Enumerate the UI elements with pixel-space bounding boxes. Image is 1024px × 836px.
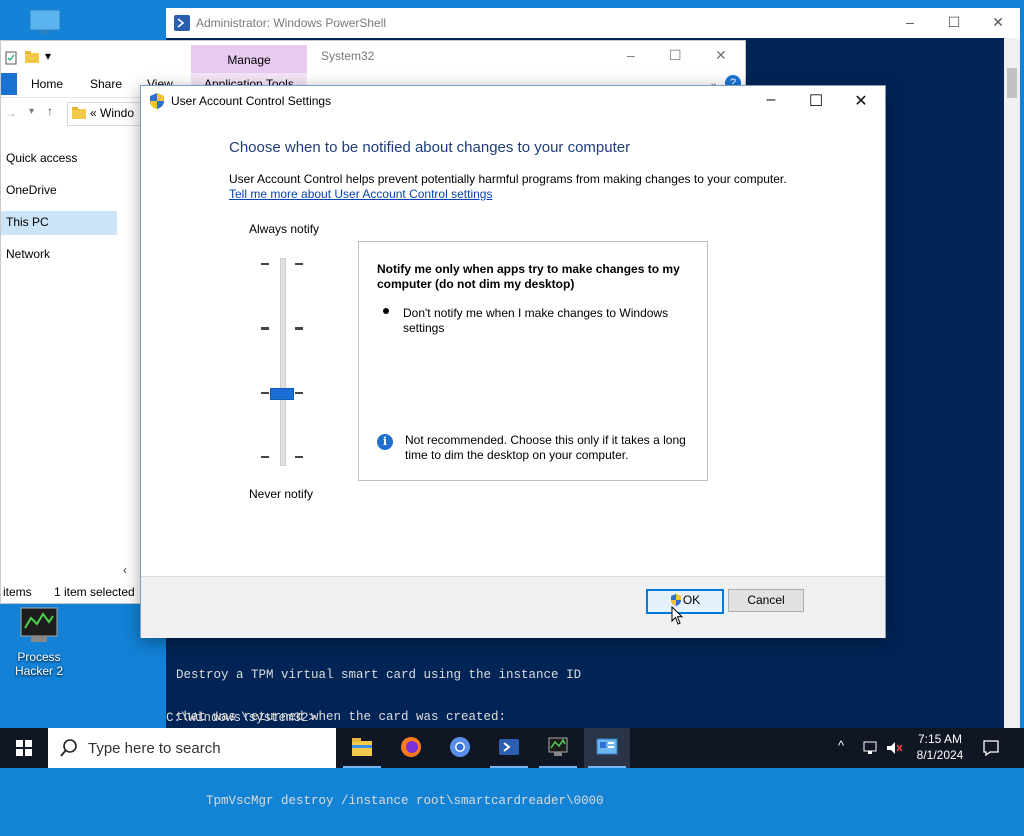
uac-title: User Account Control Settings (171, 94, 332, 108)
nav-item-quick-access[interactable]: Quick access (6, 151, 77, 165)
output-line: Destroy a TPM virtual smart card using t… (176, 668, 582, 682)
folder-icon[interactable] (25, 51, 39, 63)
clock-time: 7:15 AM (917, 732, 963, 746)
slider-tick (261, 263, 269, 265)
level-bullet-text: Don't notify me when I make changes to W… (403, 306, 669, 335)
firefox-icon (401, 737, 421, 757)
dialog-footer: OK Cancel (141, 576, 885, 638)
level-note: Not recommended. Choose this only if it … (405, 433, 686, 462)
taskbar-firefox[interactable] (388, 728, 434, 768)
notification-slider-thumb[interactable] (270, 388, 294, 400)
slider-tick (261, 392, 269, 394)
slider-tick (295, 263, 303, 265)
properties-icon[interactable] (5, 51, 17, 65)
ok-button[interactable]: OK (646, 589, 724, 614)
process-hacker-icon (17, 604, 61, 646)
minimize-button[interactable]: – (900, 14, 920, 32)
slider-label-bottom: Never notify (249, 487, 314, 501)
uac-shield-icon (670, 594, 681, 606)
minimize-button[interactable]: – (627, 47, 635, 63)
info-icon: i (377, 434, 393, 450)
powershell-titlebar[interactable]: Administrator: Windows PowerShell – ☐ ✕ (166, 8, 1020, 38)
slider-tick (295, 392, 303, 394)
scroll-left-icon[interactable]: ‹ (123, 563, 127, 577)
process-hacker-icon (548, 737, 568, 756)
windows-logo-icon (16, 740, 32, 756)
taskbar-process-hacker[interactable] (535, 728, 581, 768)
search-icon (60, 739, 77, 757)
taskbar-file-explorer[interactable] (339, 728, 385, 768)
recent-locations-icon[interactable]: ▾ (29, 106, 34, 117)
notifications-icon[interactable] (982, 739, 1000, 757)
uac-settings-dialog[interactable]: User Account Control Settings – ☐ ✕ Choo… (140, 85, 886, 638)
quick-access-toolbar: ▾ (1, 43, 151, 71)
search-box[interactable]: Type here to search (48, 728, 336, 768)
uac-heading: Choose when to be notified about changes… (229, 139, 631, 156)
powershell-prompt[interactable]: C:\Windows\system32> (166, 711, 316, 725)
process-hacker-desktop-icon[interactable]: Process Hacker 2 (4, 604, 74, 678)
desktop-icon-label: Process Hacker 2 (14, 650, 64, 678)
system-clock[interactable]: 7:15 AM 8/1/2024 (905, 731, 975, 763)
explorer-title: System32 (321, 49, 375, 63)
cancel-button[interactable]: Cancel (728, 589, 804, 612)
uac-description: User Account Control helps prevent poten… (229, 172, 787, 186)
slider-tick (261, 327, 269, 330)
search-placeholder: Type here to search (88, 740, 221, 757)
bullet-icon (383, 308, 389, 314)
slider-tick (261, 456, 269, 458)
start-button[interactable] (0, 728, 48, 768)
level-description-box: Notify me only when apps try to make cha… (358, 241, 708, 481)
mouse-cursor-icon (671, 606, 684, 625)
close-button[interactable]: ✕ (715, 47, 727, 64)
tab-manage[interactable]: Manage (191, 45, 307, 73)
maximize-button[interactable]: ☐ (804, 91, 828, 111)
close-button[interactable]: ✕ (849, 91, 873, 111)
control-panel-icon (596, 738, 618, 755)
file-tab[interactable] (1, 73, 17, 95)
maximize-button[interactable]: ☐ (669, 47, 682, 64)
close-button[interactable]: ✕ (988, 14, 1008, 32)
slider-label-top: Always notify (249, 222, 320, 236)
status-selected: 1 item selected (54, 585, 135, 599)
learn-more-link[interactable]: Tell me more about User Account Control … (229, 187, 492, 201)
uac-shield-icon (150, 93, 164, 109)
network-icon[interactable] (862, 740, 880, 756)
slider-tick (295, 327, 303, 330)
show-hidden-icons-icon[interactable]: ^ (838, 738, 844, 753)
powershell-icon (499, 739, 519, 755)
taskbar-powershell[interactable] (486, 728, 532, 768)
powershell-scrollbar[interactable] (1004, 38, 1020, 728)
customize-toolbar-icon[interactable]: ▾ (45, 49, 51, 63)
nav-item-this-pc[interactable]: This PC (6, 215, 49, 229)
tab-share[interactable]: Share (90, 77, 122, 91)
maximize-button[interactable]: ☐ (944, 14, 964, 32)
notification-slider-track[interactable] (280, 258, 286, 466)
status-item-count: items (3, 585, 32, 599)
navigation-pane: Quick access OneDrive This PC Network (1, 141, 141, 541)
address-text: « Windo (90, 106, 135, 120)
chromium-icon (450, 737, 470, 757)
minimize-button[interactable]: – (759, 91, 783, 111)
scrollbar-thumb[interactable] (1007, 68, 1017, 98)
slider-tick (295, 456, 303, 458)
this-pc-desktop-icon[interactable] (28, 8, 62, 38)
powershell-icon (174, 15, 190, 31)
nav-item-network[interactable]: Network (6, 247, 50, 261)
file-explorer-icon (352, 738, 372, 756)
tab-home[interactable]: Home (31, 77, 63, 91)
taskbar-chromium[interactable] (437, 728, 483, 768)
output-line: TpmVscMgr destroy /instance root\smartca… (176, 794, 604, 808)
back-icon[interactable]: → (5, 106, 17, 120)
uac-titlebar[interactable]: User Account Control Settings – ☐ ✕ (141, 86, 885, 116)
up-icon[interactable]: ↑ (47, 104, 53, 118)
clock-date: 8/1/2024 (916, 748, 964, 762)
nav-item-onedrive[interactable]: OneDrive (6, 183, 57, 197)
taskbar: Type here to search ^ 7:15 AM 8/1/2024 (0, 728, 1024, 768)
volume-muted-icon[interactable] (885, 740, 903, 756)
taskbar-control-panel[interactable] (584, 728, 630, 768)
level-heading: Notify me only when apps try to make cha… (377, 262, 680, 291)
powershell-title: Administrator: Windows PowerShell (196, 16, 387, 30)
folder-icon (72, 107, 86, 119)
address-input[interactable]: « Windo (67, 102, 149, 126)
